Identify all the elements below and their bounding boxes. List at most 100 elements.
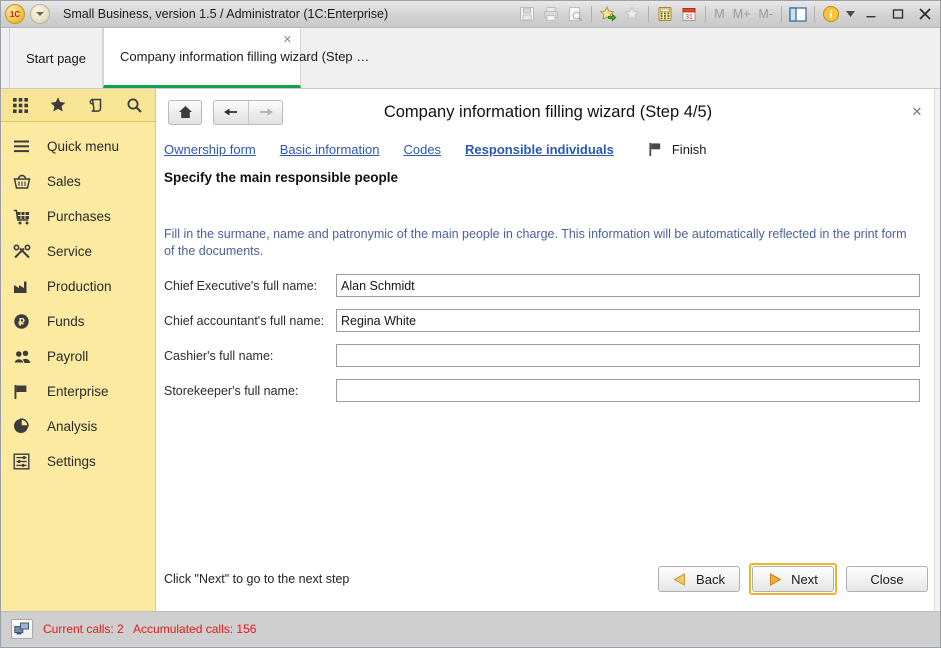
title-bar-toolbar: 31 M M+ M- i [515, 1, 938, 27]
calculator-icon[interactable] [653, 3, 677, 25]
form-fields: Chief Executive's full name: Chief accou… [156, 260, 940, 414]
sidebar-item-payroll[interactable]: Payroll [1, 339, 155, 374]
tab-label: Start page [26, 50, 86, 66]
sidebar-item-label: Quick menu [47, 139, 120, 154]
people-icon [13, 349, 41, 364]
forward-button[interactable] [248, 100, 282, 124]
triangle-left-icon [673, 572, 687, 586]
main-panel: Company information filling wizard (Step… [156, 89, 940, 611]
chief-accountant-input[interactable] [336, 309, 920, 332]
sidebar-item-label: Enterprise [47, 384, 109, 399]
network-connection-icon[interactable] [11, 619, 33, 639]
factory-icon [13, 279, 41, 294]
favorites-icon[interactable] [620, 3, 644, 25]
svg-text:₽: ₽ [18, 317, 25, 328]
shopping-cart-icon [13, 209, 41, 225]
info-icon[interactable]: i [819, 3, 843, 25]
footer-buttons: Back Next Close [649, 563, 928, 595]
apps-grid-icon[interactable] [1, 89, 39, 121]
next-button[interactable]: Next [752, 566, 834, 592]
close-button[interactable]: Close [846, 566, 928, 592]
wizard-step-codes[interactable]: Codes [403, 142, 441, 157]
cashier-input[interactable] [336, 344, 920, 367]
sidebar-item-funds[interactable]: ₽ Funds [1, 304, 155, 339]
sidebar-item-label: Sales [47, 174, 81, 189]
tools-icon [13, 243, 41, 260]
back-button[interactable] [214, 101, 248, 124]
memory-subtract-button[interactable]: M- [754, 7, 777, 21]
form-close-icon[interactable]: ✕ [906, 101, 928, 123]
sidebar-item-production[interactable]: Production [1, 269, 155, 304]
sidebar-item-label: Funds [47, 314, 85, 329]
back-button[interactable]: Back [658, 566, 740, 592]
window-title: Small Business, version 1.5 / Administra… [63, 7, 389, 21]
sidebar-item-service[interactable]: Service [1, 234, 155, 269]
tab-close-icon[interactable]: ✕ [283, 35, 292, 46]
save-icon[interactable] [515, 3, 539, 25]
memory-recall-button[interactable]: M [710, 7, 728, 21]
section-subtitle: Specify the main responsible people [164, 170, 399, 185]
hamburger-menu-icon [13, 139, 41, 154]
tab-company-information-wizard[interactable]: Company information filling wizard (Step… [103, 28, 369, 88]
shopping-basket-icon [13, 174, 41, 190]
star-icon[interactable] [39, 89, 77, 121]
sidebar-item-enterprise[interactable]: Enterprise [1, 374, 155, 409]
history-icon[interactable] [77, 89, 115, 121]
home-button[interactable] [168, 99, 202, 125]
maximize-button[interactable] [884, 3, 911, 25]
application-window: 1C Small Business, version 1.5 / Adminis… [0, 0, 941, 648]
toolbar-separator [591, 6, 593, 22]
sidebar-item-purchases[interactable]: Purchases [1, 199, 155, 234]
svg-text:i: i [829, 9, 832, 21]
storekeeper-input[interactable] [336, 379, 920, 402]
sidebar-item-label: Service [47, 244, 93, 259]
flag-icon [648, 142, 663, 157]
sidebar-item-label: Payroll [47, 349, 89, 364]
back-button-label: Back [696, 571, 725, 587]
chevron-down-icon [36, 12, 44, 16]
sidebar-item-quick-menu[interactable]: Quick menu [1, 129, 155, 164]
info-dropdown-icon[interactable] [843, 3, 857, 25]
sidebar-item-analysis[interactable]: Analysis [1, 409, 155, 444]
toolbar-separator [814, 6, 815, 22]
sidebar-item-sales[interactable]: Sales [1, 164, 155, 199]
search-icon[interactable] [115, 89, 153, 121]
close-button[interactable] [911, 3, 938, 25]
system-menu-dropdown-button[interactable] [30, 4, 50, 24]
chief-executive-input[interactable] [336, 274, 920, 297]
add-to-favorites-icon[interactable] [596, 3, 620, 25]
tab-start-page[interactable]: Start page [9, 28, 103, 88]
print-icon[interactable] [539, 3, 563, 25]
chief-executive-label: Chief Executive's full name: [164, 278, 318, 293]
sidebar-toolbar [1, 89, 155, 122]
triangle-right-icon [768, 572, 782, 586]
minimize-button[interactable] [857, 3, 884, 25]
wizard-step-responsible-individuals[interactable]: Responsible individuals [465, 142, 614, 157]
wizard-steps: Ownership form Basic information Codes R… [156, 135, 940, 161]
toolbar-separator [648, 6, 650, 22]
wizard-step-basic-information[interactable]: Basic information [280, 142, 380, 157]
vertical-scrollbar[interactable] [934, 89, 940, 611]
wizard-step-ownership-form[interactable]: Ownership form [164, 142, 256, 157]
field-row: Cashier's full name: [164, 344, 940, 367]
sidebar: Quick menu Sales Purchases Service Produ… [1, 89, 156, 611]
window-split-icon[interactable] [786, 3, 810, 25]
chief-accountant-label: Chief accountant's full name: [164, 313, 325, 328]
currency-coin-icon: ₽ [13, 313, 41, 330]
form-header: Company information filling wizard (Step… [156, 89, 940, 135]
calendar-icon[interactable]: 31 [677, 3, 701, 25]
next-button-label: Next [791, 571, 818, 587]
sliders-icon [13, 453, 41, 470]
storekeeper-label: Storekeeper's full name: [164, 383, 299, 398]
1c-logo-icon[interactable]: 1C [5, 4, 25, 24]
sidebar-item-settings[interactable]: Settings [1, 444, 155, 479]
print-preview-icon[interactable] [563, 3, 587, 25]
toolbar-separator [705, 6, 707, 22]
svg-text:31: 31 [685, 14, 693, 21]
status-text: Current calls: 2 Accumulated calls: 156 [43, 622, 257, 636]
field-row: Chief Executive's full name: [164, 274, 940, 297]
toolbar-separator [781, 6, 782, 22]
memory-add-button[interactable]: M+ [729, 7, 755, 21]
status-bar: Current calls: 2 Accumulated calls: 156 [1, 611, 940, 646]
